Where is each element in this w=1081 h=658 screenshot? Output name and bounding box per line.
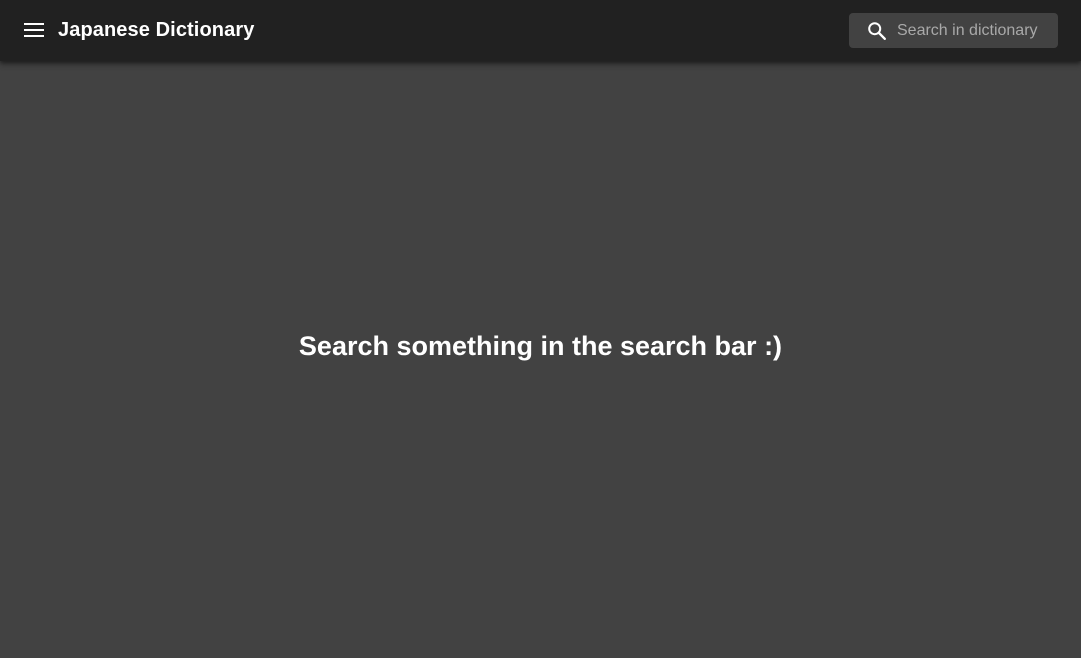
- app-title: Japanese Dictionary: [58, 19, 255, 41]
- menu-icon-line: [24, 35, 44, 37]
- menu-icon: [24, 23, 44, 37]
- menu-icon-line: [24, 29, 44, 31]
- app-bar: Japanese Dictionary: [0, 0, 1081, 61]
- search-input[interactable]: [897, 13, 1053, 48]
- search-box[interactable]: [849, 13, 1058, 48]
- main-content: Search something in the search bar :): [0, 61, 1081, 658]
- search-icon: [868, 22, 886, 40]
- empty-state-message: Search something in the search bar :): [298, 331, 783, 361]
- menu-icon-line: [24, 23, 44, 25]
- menu-button[interactable]: [14, 12, 54, 48]
